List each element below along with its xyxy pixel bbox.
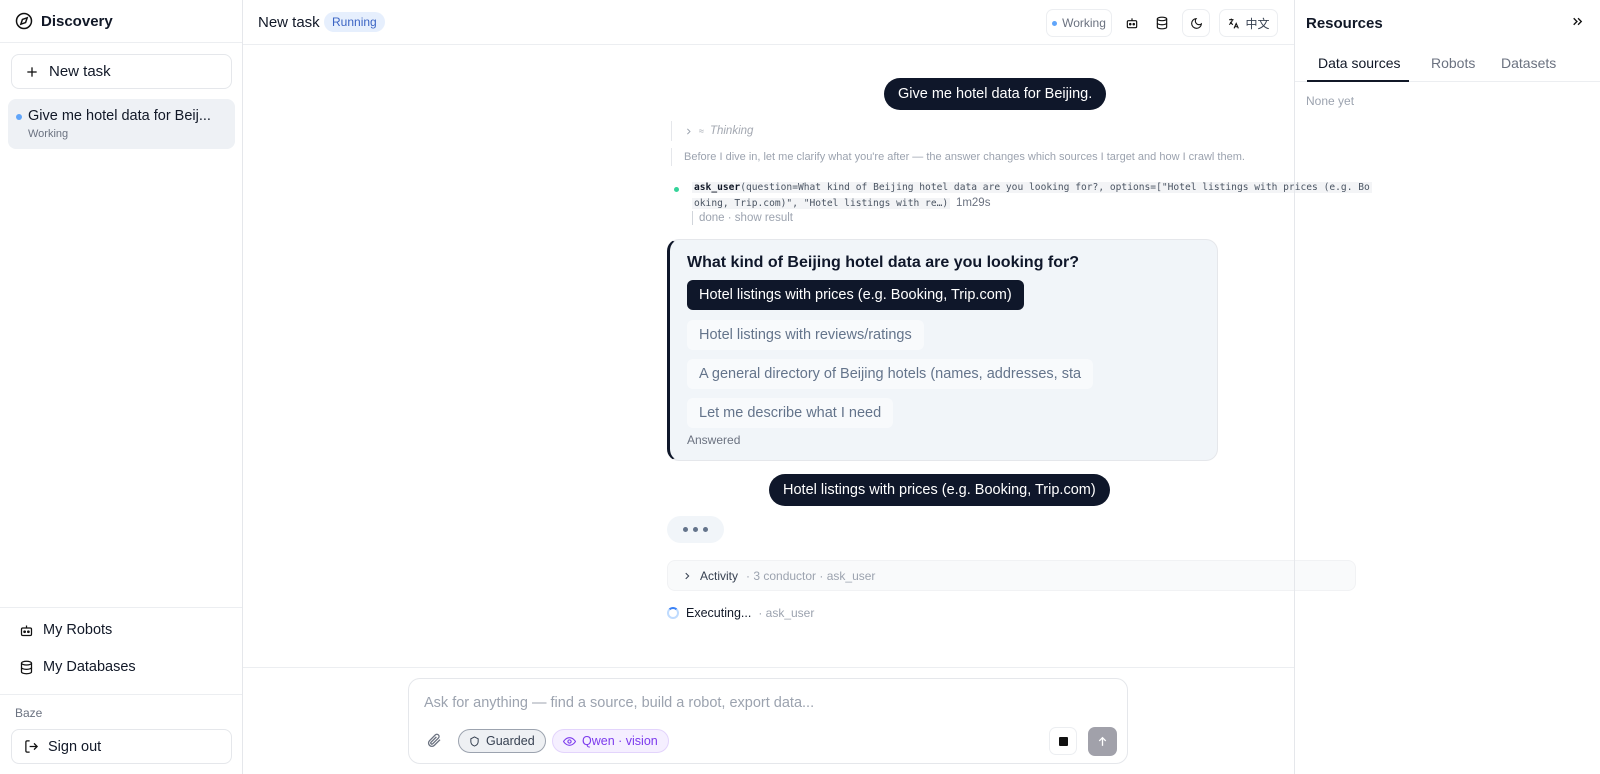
tool-args-line-2: oking, Trip.com)", "Hotel listings with …	[692, 198, 951, 209]
tool-call-line-2: oking, Trip.com)", "Hotel listings with …	[692, 196, 990, 211]
database-icon	[1155, 16, 1169, 30]
working-status: Working	[1046, 9, 1112, 37]
tool-status-dot	[674, 187, 679, 192]
user-answer-bubble: Hotel listings with prices (e.g. Booking…	[769, 474, 1110, 506]
my-databases-link[interactable]: My Databases	[19, 659, 136, 675]
stop-icon	[1058, 736, 1068, 746]
databases-toggle-button[interactable]	[1148, 9, 1176, 37]
app-root: Discovery New task Give me hotel data fo…	[0, 0, 1600, 774]
thinking-label: Thinking	[709, 125, 754, 137]
brand-name: Discovery	[41, 12, 113, 30]
tool-duration: 1m29s	[955, 197, 991, 209]
task-status: Working	[28, 128, 69, 140]
main-panel: New task Running Working 中文 Give me hote…	[243, 0, 1372, 774]
activity-meta: · 3 conductor · ask_user	[746, 568, 876, 583]
database-icon	[19, 660, 34, 675]
model-label: Qwen · vision	[582, 734, 658, 748]
robot-icon	[1125, 16, 1139, 30]
guarded-label: Guarded	[486, 734, 535, 748]
user-message-bubble: Give me hotel data for Beijing.	[884, 78, 1107, 110]
answer-option-1[interactable]: Hotel listings with prices (e.g. Booking…	[687, 280, 1024, 310]
spinner-icon	[667, 607, 679, 619]
task-title: Give me hotel data for Beij...	[28, 108, 211, 124]
chevron-right-icon	[682, 571, 692, 581]
chevron-right-icon	[684, 127, 693, 136]
sign-out-button[interactable]: Sign out	[11, 729, 232, 764]
language-toggle-button[interactable]: 中文	[1219, 9, 1278, 37]
arrow-up-icon	[1096, 735, 1109, 748]
new-task-label: New task	[49, 63, 111, 80]
answered-label: Answered	[687, 433, 741, 447]
org-name: Baze	[15, 706, 43, 720]
thinking-toggle[interactable]: ≈ Thinking	[671, 121, 753, 141]
model-selector[interactable]: Qwen · vision	[552, 729, 669, 753]
theme-toggle-button[interactable]	[1182, 9, 1210, 37]
shield-icon	[469, 735, 480, 747]
top-bar: New task Running Working 中文	[243, 0, 1294, 45]
translate-icon	[1227, 17, 1240, 30]
executing-label: Executing...	[686, 606, 752, 620]
typing-dot	[693, 527, 698, 532]
send-button[interactable]	[1088, 727, 1117, 756]
robot-icon	[19, 623, 34, 638]
show-result-link[interactable]: done · show result	[692, 211, 793, 225]
my-robots-link[interactable]: My Robots	[19, 622, 112, 638]
resources-panel: Resources Data sources Robots Datasets N…	[1294, 0, 1600, 774]
working-label: Working	[1062, 16, 1106, 30]
my-robots-label: My Robots	[43, 622, 113, 638]
stop-button[interactable]	[1049, 727, 1077, 755]
question-title: What kind of Beijing hotel data are you …	[687, 254, 1080, 271]
executing-status: Executing... · ask_user	[667, 606, 814, 620]
brand-header: Discovery	[0, 0, 242, 43]
typing-dot	[683, 527, 688, 532]
eye-icon	[563, 735, 576, 748]
answer-option-3[interactable]: A general directory of Beijing hotels (n…	[687, 359, 1094, 389]
typing-indicator	[667, 516, 724, 543]
composer-input[interactable]: Ask for anything — find a source, build …	[424, 695, 814, 711]
typing-dot	[703, 527, 708, 532]
resources-title: Resources	[1306, 15, 1383, 32]
page-title: New task	[258, 14, 320, 31]
tool-args-line-1: (question=What kind of Beijing hotel dat…	[740, 182, 1370, 193]
sidebar-bottom-divider	[0, 607, 242, 608]
task-status-dot	[16, 114, 22, 120]
double-chevron-right-icon[interactable]	[1571, 15, 1584, 28]
executing-meta: · ask_user	[758, 606, 815, 620]
composer-divider	[243, 667, 1294, 668]
tool-name: ask_user	[694, 182, 741, 193]
sparkle-icon: ≈	[699, 126, 704, 136]
paperclip-icon[interactable]	[426, 732, 442, 748]
composer: Ask for anything — find a source, build …	[408, 678, 1128, 764]
answer-option-4[interactable]: Let me describe what I need	[687, 398, 894, 428]
activity-label: Activity	[700, 568, 739, 583]
sign-out-icon	[24, 739, 39, 754]
tab-datasets[interactable]: Datasets	[1501, 55, 1556, 71]
left-sidebar: Discovery New task Give me hotel data fo…	[0, 0, 243, 774]
answer-option-2[interactable]: Hotel listings with reviews/ratings	[687, 320, 924, 350]
moon-icon	[1190, 17, 1203, 30]
language-label: 中文	[1245, 16, 1270, 31]
activity-toggle[interactable]: Activity · 3 conductor · ask_user	[667, 560, 1356, 591]
active-tab-indicator	[1307, 80, 1409, 82]
question-card: What kind of Beijing hotel data are you …	[667, 239, 1218, 461]
status-badge: Running	[324, 12, 385, 32]
tab-robots[interactable]: Robots	[1431, 55, 1475, 71]
assistant-pretext: Before I dive in, let me clarify what yo…	[671, 148, 1245, 166]
plus-icon	[25, 65, 39, 79]
my-databases-label: My Databases	[43, 659, 136, 675]
task-list-item[interactable]: Give me hotel data for Beij... Working	[8, 99, 235, 149]
sidebar-org-divider	[0, 694, 242, 695]
empty-state: None yet	[1306, 94, 1355, 108]
working-dot	[1052, 20, 1058, 26]
tab-data-sources[interactable]: Data sources	[1318, 55, 1400, 71]
robots-toggle-button[interactable]	[1118, 9, 1146, 37]
guarded-toggle[interactable]: Guarded	[458, 729, 546, 753]
tool-call-line-1: ask_user(question=What kind of Beijing h…	[692, 181, 1372, 195]
new-task-button[interactable]: New task	[11, 54, 232, 89]
compass-icon	[15, 12, 33, 30]
sign-out-label: Sign out	[48, 738, 102, 755]
resources-tabs: Data sources Robots Datasets	[1295, 48, 1600, 82]
